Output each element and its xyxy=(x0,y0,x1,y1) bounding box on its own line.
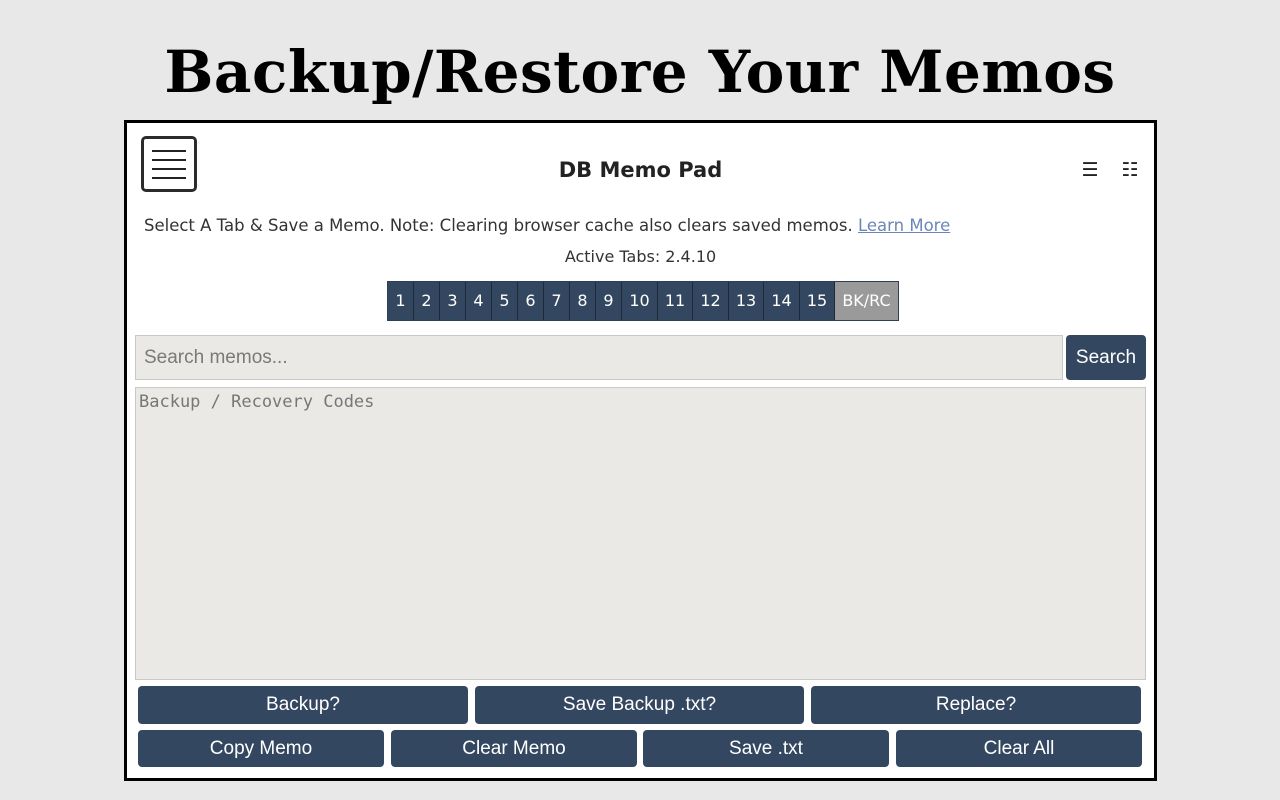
tab-11[interactable]: 11 xyxy=(658,282,693,320)
clear-memo-button[interactable]: Clear Memo xyxy=(391,730,637,767)
tab-14[interactable]: 14 xyxy=(764,282,800,320)
active-tabs-status: Active Tabs: 2.4.10 xyxy=(564,247,717,266)
clear-all-button[interactable]: Clear All xyxy=(896,730,1142,767)
replace-button[interactable]: Replace? xyxy=(811,686,1141,724)
backup-button[interactable]: Backup? xyxy=(138,686,468,724)
tab-bar: 1 2 3 4 5 6 7 8 9 10 11 12 13 14 15 BK/R… xyxy=(387,281,899,321)
tab-13[interactable]: 13 xyxy=(729,282,764,320)
tab-9[interactable]: 9 xyxy=(596,282,622,320)
memo-textarea[interactable] xyxy=(135,387,1146,680)
tab-8[interactable]: 8 xyxy=(570,282,596,320)
tab-2[interactable]: 2 xyxy=(414,282,440,320)
notice-text: Select A Tab & Save a Memo. Note: Cleari… xyxy=(144,215,950,237)
tab-backup-recovery[interactable]: BK/RC xyxy=(835,282,898,320)
menu-icon[interactable]: ☰ xyxy=(1078,157,1102,183)
tab-5[interactable]: 5 xyxy=(492,282,518,320)
tab-4[interactable]: 4 xyxy=(466,282,492,320)
learn-more-link[interactable]: Learn More xyxy=(858,216,950,235)
notice-message: Select A Tab & Save a Memo. Note: Cleari… xyxy=(144,216,853,235)
save-txt-button[interactable]: Save .txt xyxy=(643,730,889,767)
tab-1[interactable]: 1 xyxy=(388,282,414,320)
app-title: DB Memo Pad xyxy=(558,158,723,182)
search-button[interactable]: Search xyxy=(1066,335,1146,380)
tab-10[interactable]: 10 xyxy=(622,282,658,320)
search-input[interactable] xyxy=(135,335,1063,380)
save-backup-txt-button[interactable]: Save Backup .txt? xyxy=(475,686,804,724)
tab-15[interactable]: 15 xyxy=(800,282,835,320)
grid-list-icon[interactable]: ☷ xyxy=(1118,157,1142,183)
tab-12[interactable]: 12 xyxy=(693,282,729,320)
page-heading: Backup/Restore Your Memos xyxy=(164,38,1116,106)
tab-3[interactable]: 3 xyxy=(440,282,466,320)
tab-6[interactable]: 6 xyxy=(518,282,544,320)
tab-7[interactable]: 7 xyxy=(544,282,570,320)
copy-memo-button[interactable]: Copy Memo xyxy=(138,730,384,767)
memo-pad-app: DB Memo Pad ☰ ☷ Select A Tab & Save a Me… xyxy=(124,120,1157,781)
